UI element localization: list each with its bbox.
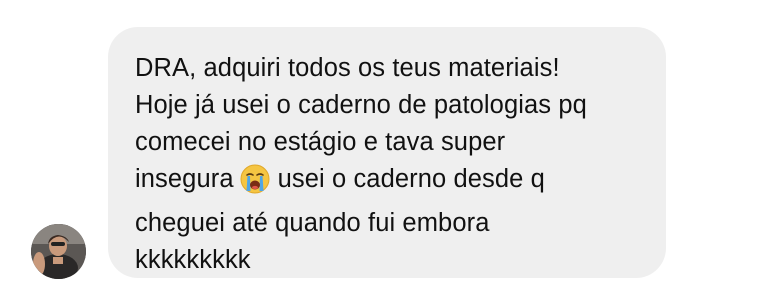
message-bubble[interactable]: DRA, adquiri todos os teus materiais! Ho…: [108, 27, 666, 278]
user-avatar-photo-icon: [31, 224, 86, 279]
message-line: Hoje já usei o caderno de patologias pq: [135, 91, 587, 119]
loudly-crying-face-icon: [240, 164, 270, 205]
message-line: kkkkkkkkk: [135, 246, 251, 274]
sender-avatar[interactable]: [31, 224, 86, 279]
message-line-part: usei o caderno desde q: [277, 165, 545, 193]
message-line-with-emoji: insegura usei o caderno desde q: [135, 161, 642, 205]
message-line: comecei no estágio e tava super: [135, 128, 506, 156]
message-row: DRA, adquiri todos os teus materiais! Ho…: [0, 0, 768, 292]
message-line: DRA, adquiri todos os teus materiais!: [135, 54, 560, 82]
message-line-part: insegura: [135, 165, 234, 193]
message-text: DRA, adquiri todos os teus materiais! Ho…: [135, 50, 642, 279]
message-line: cheguei até quando fui embora: [135, 209, 490, 237]
